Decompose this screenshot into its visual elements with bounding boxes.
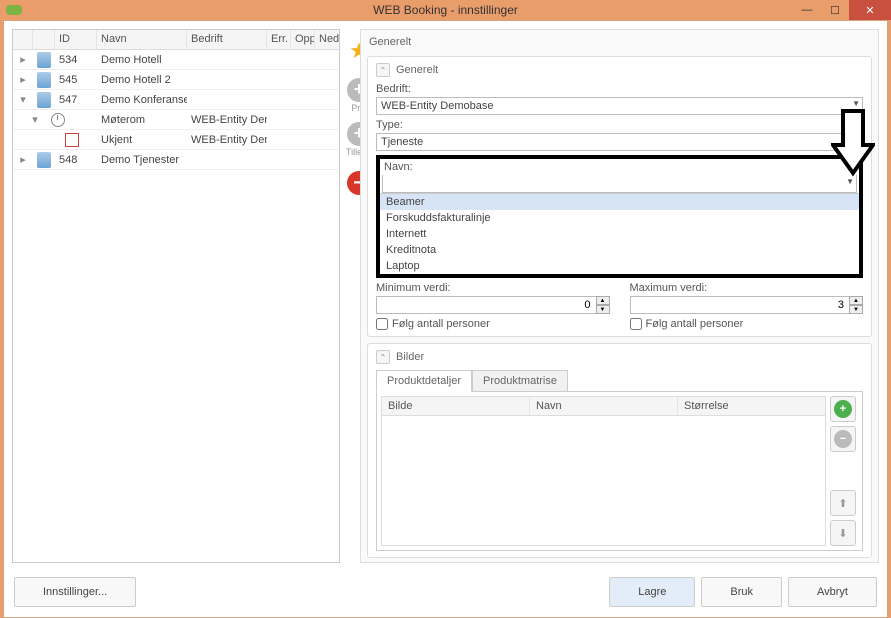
app-icon [6,5,22,15]
spin-down-button[interactable]: ▼ [849,305,863,314]
arrow-up-icon: ⬆ [838,497,847,510]
cell-id: 545 [55,72,97,88]
window-title: WEB Booking - innstillinger [373,3,518,17]
cell-navn: Demo Hotell 2 [97,72,187,88]
cell-id: 548 [55,152,97,168]
cell-bedrift [187,58,267,62]
cell-navn: Ukjent [97,132,187,148]
cell-id: 534 [55,52,97,68]
spin-up-button[interactable]: ▲ [596,296,610,305]
titlebar: WEB Booking - innstillinger — ☐ ✕ [0,0,891,20]
col-header-storrelse[interactable]: Størrelse [678,397,825,415]
unknown-icon [61,131,83,149]
doc-icon [33,50,55,70]
save-button[interactable]: Lagre [609,577,695,607]
cell-bedrift [187,158,267,162]
follow-persons-label: Følg antall personer [646,318,744,330]
section-header-generelt: Generelt [396,64,438,76]
spin-down-button[interactable]: ▼ [596,305,610,314]
type-select[interactable] [376,133,863,151]
close-button[interactable]: ✕ [849,0,891,20]
doc-icon [33,70,55,90]
col-header-err[interactable]: Err. [267,30,291,49]
expand-toggle[interactable]: ▸ [13,151,33,168]
dropdown-option[interactable]: Laptop [380,258,859,274]
cell-navn: Demo Tjenester [97,152,187,168]
min-input[interactable] [376,296,610,314]
dropdown-option[interactable]: Internett [380,226,859,242]
arrow-annotation [831,109,875,177]
collapse-generelt-button[interactable]: ⌃ [376,63,390,77]
follow-persons-min-checkbox[interactable] [376,318,388,330]
navn-select[interactable] [382,175,857,193]
tree-row[interactable]: ▸ 545Demo Hotell 2 [13,70,339,90]
move-up-button[interactable]: ⬆ [830,490,856,516]
clock-icon [47,111,69,129]
expand-toggle[interactable]: ▾ [13,111,47,128]
cell-id [83,138,97,142]
max-label: Maximum verdi: [630,282,864,294]
tree-row[interactable]: ▸ 534Demo Hotell [13,50,339,70]
col-header-bilde[interactable]: Bilde [382,397,530,415]
col-header-navn[interactable]: Navn [530,397,678,415]
cell-id: 547 [55,92,97,108]
bedrift-label: Bedrift: [376,83,863,95]
collapse-bilder-button[interactable]: ⌃ [376,350,390,364]
type-label: Type: [376,119,863,131]
tree-row[interactable]: UkjentWEB-Entity Demobase [13,130,339,150]
cell-navn: Møterom [97,112,187,128]
dropdown-option[interactable]: Beamer [380,194,859,210]
min-label: Minimum verdi: [376,282,610,294]
minus-icon: − [834,430,852,448]
col-header-opp[interactable]: Opp [291,30,315,49]
maximize-button[interactable]: ☐ [821,0,849,20]
max-input[interactable] [630,296,864,314]
expand-toggle[interactable]: ▸ [13,51,33,68]
doc-icon [33,150,55,170]
col-header-ned[interactable]: Ned [315,30,339,49]
navn-label: Navn: [380,159,859,173]
section-header-bilder: Bilder [396,351,424,363]
cell-bedrift: WEB-Entity Demobase [187,112,267,128]
doc-icon [33,90,55,110]
dropdown-option[interactable]: Forskuddsfakturalinje [380,210,859,226]
minimize-button[interactable]: — [793,0,821,20]
navn-dropdown-list[interactable]: BeamerForskuddsfakturalinjeInternettKred… [380,193,859,274]
cell-navn: Demo Konferansesenter [97,92,187,108]
dropdown-option[interactable]: Kreditnota [380,242,859,258]
move-down-button[interactable]: ⬇ [830,520,856,546]
tree-row[interactable]: ▸ 548Demo Tjenester [13,150,339,170]
tree-row[interactable]: ▾ 547Demo Konferansesenter [13,90,339,110]
settings-button[interactable]: Innstillinger... [14,577,136,607]
pane-title: Generelt [367,34,872,50]
tree-table[interactable]: ID Navn Bedrift Err. Opp Ned ▸ 534Demo Ho… [12,29,340,563]
follow-persons-max-checkbox[interactable] [630,318,642,330]
cell-id [69,118,97,122]
cancel-button[interactable]: Avbryt [788,577,877,607]
tab-produktdetaljer[interactable]: Produktdetaljer [376,370,472,392]
image-table[interactable]: Bilde Navn Størrelse [381,396,826,546]
use-button[interactable]: Bruk [701,577,782,607]
arrow-down-icon: ⬇ [838,527,847,540]
spin-up-button[interactable]: ▲ [849,296,863,305]
bedrift-select[interactable] [376,97,863,115]
col-header-navn[interactable]: Navn [97,30,187,49]
cell-bedrift: WEB-Entity Demobase [187,132,267,148]
cell-bedrift [187,98,267,102]
expand-toggle [13,138,61,142]
col-header-bedrift[interactable]: Bedrift [187,30,267,49]
cell-navn: Demo Hotell [97,52,187,68]
cell-bedrift [187,78,267,82]
remove-image-button[interactable]: − [830,426,856,452]
plus-icon: + [834,400,852,418]
tree-row[interactable]: ▾ MøteromWEB-Entity Demobase [13,110,339,130]
expand-toggle[interactable]: ▸ [13,71,33,88]
add-image-button[interactable]: + [830,396,856,422]
expand-toggle[interactable]: ▾ [13,91,33,108]
tab-produktmatrise[interactable]: Produktmatrise [472,370,568,392]
follow-persons-label: Følg antall personer [392,318,490,330]
col-header-id[interactable]: ID [55,30,97,49]
